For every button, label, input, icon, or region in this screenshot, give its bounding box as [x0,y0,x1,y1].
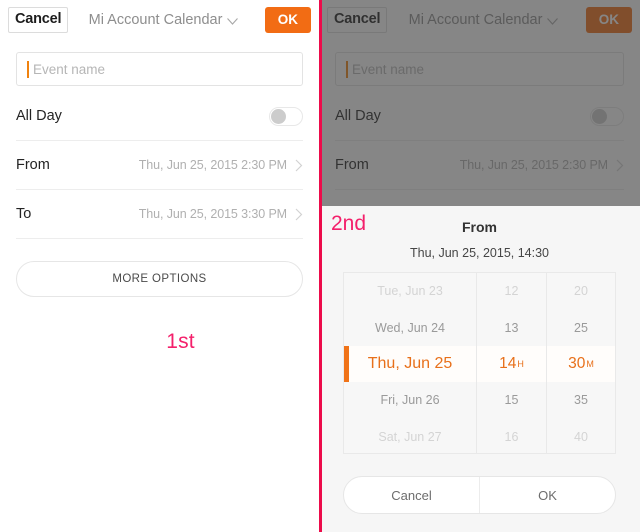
picker-header: 2nd From [319,206,640,248]
event-name-placeholder: Event name [33,61,106,77]
event-name-input[interactable]: Event name [16,52,303,86]
date-spinner-column[interactable]: Tue, Jun 23 Wed, Jun 24 Thu, Jun 25 Fri,… [344,273,477,453]
page-title: Mi Account Calendar [88,12,223,28]
to-row[interactable]: To Thu, Jun 25, 2015 3:30 PM [16,190,303,239]
picker-subtitle: Thu, Jun 25, 2015, 14:30 [410,246,549,260]
minute-unit-label: M [586,358,594,369]
chevron-right-icon [295,208,303,221]
spinner-item[interactable]: Fri, Jun 26 [344,382,476,418]
spinner-item[interactable]: Tue, Jun 23 [344,273,476,309]
panel-divider [319,0,322,532]
chevron-down-icon[interactable] [227,17,239,25]
chevron-right-icon [295,159,303,172]
from-value-group: Thu, Jun 25, 2015 2:30 PM [139,158,303,172]
spinner-item[interactable]: 40 [547,419,615,453]
cancel-button[interactable]: Cancel [8,7,69,33]
picker-title: From [462,219,497,235]
picker-ok-button[interactable]: OK [480,477,615,513]
left-phone-panel: Cancel Mi Account Calendar OK Event name… [0,0,319,532]
from-label: From [16,157,50,173]
all-day-toggle[interactable] [269,106,303,126]
more-options-button[interactable]: MORE OPTIONS [16,261,303,297]
picker-action-bar: Cancel OK [343,476,616,514]
datetime-picker-dialog: 2nd From Thu, Jun 25, 2015, 14:30 Tue, J… [319,206,640,532]
minute-value: 30 [568,354,586,372]
account-selector[interactable]: Mi Account Calendar [62,12,264,28]
spinner-item[interactable]: 16 [477,419,546,453]
spinner-item[interactable]: 13 [477,309,546,345]
minute-spinner-column[interactable]: 20 25 30 M 35 40 [547,273,615,453]
hour-unit-label: H [517,358,524,369]
hour-spinner-column[interactable]: 12 13 14 H 15 16 [477,273,547,453]
from-value: Thu, Jun 25, 2015 2:30 PM [138,158,287,172]
all-day-row[interactable]: All Day [16,92,303,141]
spinner-item[interactable]: 15 [477,382,546,418]
spinner-item[interactable]: Sat, Jun 27 [344,419,476,453]
toggle-knob [271,108,286,124]
selection-marker [344,345,349,383]
from-row[interactable]: From Thu, Jun 25, 2015 2:30 PM [16,141,303,190]
annotation-step-2: 2nd [331,212,367,235]
hour-value: 14 [499,354,517,372]
right-phone-panel: Cancel Mi Account Calendar OK Event name… [319,0,640,532]
spinner-item-selected[interactable]: 14 H [477,345,546,383]
screenshot-root: Cancel Mi Account Calendar OK Event name… [0,0,640,532]
ok-button[interactable]: OK [264,7,311,33]
all-day-label: All Day [16,108,62,124]
spinner-item[interactable]: 12 [477,273,546,309]
annotation-step-1: 1st [166,330,195,353]
spinner-item[interactable]: Wed, Jun 24 [344,309,476,345]
spinner-item-selected[interactable]: 30 M [547,345,615,383]
spinner-item[interactable]: 35 [547,382,615,418]
text-cursor-icon [27,60,29,78]
to-value-group: Thu, Jun 25, 2015 3:30 PM [139,207,303,221]
to-label: To [16,206,32,222]
to-value: Thu, Jun 25, 2015 3:30 PM [138,207,287,221]
left-topbar: Cancel Mi Account Calendar OK [0,0,319,40]
left-form-body: Event name All Day From Thu, Jun 25, 201… [0,52,319,354]
picker-cancel-button[interactable]: Cancel [344,477,480,513]
spinner-item[interactable]: 20 [547,273,615,309]
spinner-item[interactable]: 25 [547,309,615,345]
datetime-spinner[interactable]: Tue, Jun 23 Wed, Jun 24 Thu, Jun 25 Fri,… [343,272,616,454]
spinner-item-selected[interactable]: Thu, Jun 25 [344,345,476,383]
modal-scrim[interactable] [319,0,640,206]
